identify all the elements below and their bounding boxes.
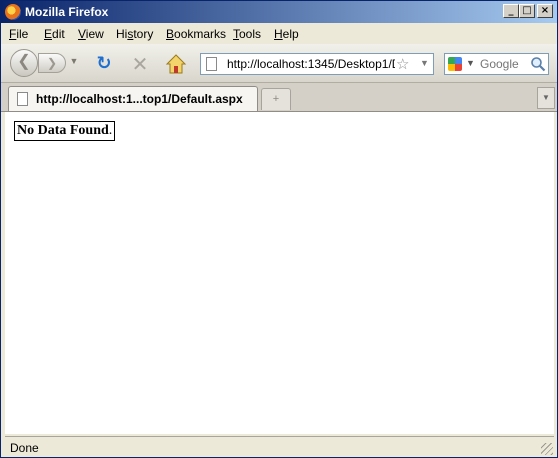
stop-button[interactable]: ✕ <box>129 53 151 75</box>
menu-history[interactable]: History <box>116 27 153 41</box>
back-arrow-icon: ❮ <box>17 53 31 70</box>
tab-bar: http://localhost:1...top1/Default.aspx +… <box>1 83 557 112</box>
navigation-toolbar: ❮ ❯ ▼ ↻ ✕ ☆ ▼ ▼ <box>1 44 557 83</box>
url-input[interactable] <box>227 55 395 73</box>
stop-icon: ✕ <box>131 52 149 76</box>
browser-window: Mozilla Firefox _ □ × File Edit View His… <box>0 0 558 458</box>
forward-button[interactable]: ❯ <box>38 53 66 73</box>
chevron-down-icon: ▼ <box>542 93 550 102</box>
menu-bookmarks[interactable]: Bookmarks <box>166 27 226 41</box>
menu-edit[interactable]: Edit <box>44 27 65 41</box>
back-button[interactable]: ❮ <box>10 49 38 77</box>
maximize-button[interactable]: □ <box>519 4 535 18</box>
url-dropdown-icon[interactable]: ▼ <box>420 58 429 68</box>
title-bar: Mozilla Firefox _ □ × <box>1 1 557 23</box>
minimize-button[interactable]: _ <box>503 4 519 18</box>
menu-tools[interactable]: Tools <box>233 27 261 41</box>
close-button[interactable]: × <box>537 4 553 18</box>
search-input[interactable] <box>480 56 528 72</box>
address-bar[interactable]: ☆ ▼ <box>200 53 434 75</box>
firefox-icon <box>5 4 21 20</box>
status-text: Done <box>10 441 39 455</box>
tab-label: http://localhost:1...top1/Default.aspx <box>36 92 243 106</box>
reload-button[interactable]: ↻ <box>94 54 114 74</box>
home-button[interactable] <box>165 53 187 75</box>
status-bar: Done <box>5 436 554 456</box>
magnifier-icon[interactable] <box>530 56 546 72</box>
window-title: Mozilla Firefox <box>25 5 109 19</box>
tab-default-aspx[interactable]: http://localhost:1...top1/Default.aspx <box>8 86 258 111</box>
menu-file[interactable]: File <box>9 27 28 41</box>
list-all-tabs-button[interactable]: ▼ <box>537 87 555 109</box>
google-icon[interactable] <box>448 57 462 71</box>
search-bar[interactable]: ▼ <box>444 53 549 75</box>
plus-icon: + <box>272 93 280 105</box>
no-data-message: No Data Found. <box>14 121 116 141</box>
menu-help[interactable]: Help <box>274 27 299 41</box>
page-icon <box>17 92 28 106</box>
page-content: No Data Found. <box>5 112 554 434</box>
star-icon[interactable]: ☆ <box>396 55 409 73</box>
home-icon <box>165 54 187 74</box>
menu-view[interactable]: View <box>78 27 104 41</box>
history-dropdown[interactable]: ▼ <box>67 56 81 70</box>
reload-icon: ↻ <box>96 53 112 74</box>
new-tab-button[interactable]: + <box>261 88 291 110</box>
resize-grip-icon[interactable] <box>541 443 553 455</box>
menu-bar: File Edit View History Bookmarks Tools H… <box>1 23 557 44</box>
chevron-down-icon[interactable]: ▼ <box>466 58 475 68</box>
forward-arrow-icon: ❯ <box>46 56 58 70</box>
page-icon <box>206 57 217 71</box>
